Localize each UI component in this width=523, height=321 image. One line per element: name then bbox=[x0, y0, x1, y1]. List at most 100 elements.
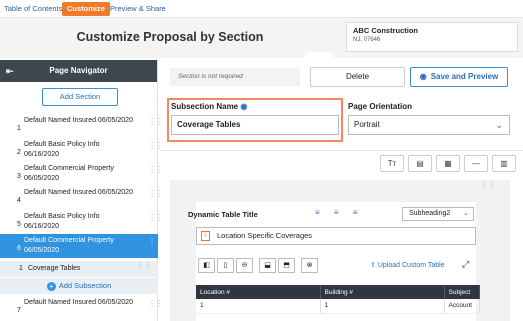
document-tool-button[interactable]: ▤ bbox=[408, 155, 432, 172]
add-subsection-label: Add Subsection bbox=[58, 281, 112, 290]
drag-handle-icon[interactable]: ⋮⋮ bbox=[148, 118, 163, 132]
table-row[interactable]: 1 1 Account bbox=[196, 299, 480, 314]
drag-handle-icon[interactable]: ⋮⋮ bbox=[480, 182, 496, 190]
page-title: Customize Proposal by Section bbox=[76, 30, 264, 44]
table-title-input[interactable]: ⇩ Location Specific Coverages bbox=[196, 227, 476, 245]
subsection-item[interactable]: 1 Coverage Tables ⋮⋮ bbox=[0, 261, 158, 277]
subsection-name-label-text: Subsection Name bbox=[171, 102, 239, 111]
page-navigator: ⇤ Page Navigator Add Section 1 Default N… bbox=[0, 60, 163, 321]
sidebar-item-number: 3 bbox=[17, 173, 21, 180]
align-right-icon[interactable]: ≡ bbox=[353, 208, 358, 217]
sidebar-item-number: 1 bbox=[17, 125, 21, 132]
save-and-preview-label: Save and Preview bbox=[430, 72, 499, 81]
sidebar-item[interactable]: 4 Default Named Insured 06/05/2020 ⋮⋮ bbox=[0, 186, 163, 210]
page-navigator-title: Page Navigator bbox=[49, 66, 108, 75]
table-title-icon: ⇩ bbox=[201, 231, 210, 241]
sidebar-item-active[interactable]: 6 Default Commercial Property 06/05/2020… bbox=[0, 234, 163, 258]
table-header: Location # bbox=[196, 285, 321, 299]
drag-handle-icon[interactable]: ⋮⋮ bbox=[148, 238, 163, 252]
tab-table-of-contents[interactable]: Table of Contents bbox=[4, 2, 62, 16]
sidebar-item-label: Default Basic Policy Info 06/16/2020 bbox=[24, 213, 100, 230]
insert-row-below-icon[interactable]: ⬒ bbox=[278, 258, 295, 273]
page-orientation-value: Portrait bbox=[354, 120, 380, 129]
tab-preview-share[interactable]: Preview & Share bbox=[110, 2, 166, 16]
company-name: ABC Construction bbox=[353, 26, 418, 35]
alignment-group: ≡ ≡ ≡ bbox=[315, 208, 369, 217]
collapse-icon[interactable]: ⇤ bbox=[6, 60, 14, 82]
table-tool-button[interactable]: ▦ bbox=[436, 155, 460, 172]
sidebar-item-number: 5 bbox=[17, 221, 21, 228]
upload-custom-table-label: Upload Custom Table bbox=[377, 262, 445, 269]
sidebar-item[interactable]: 7 Default Named Insured 06/05/2020 ⋮⋮ bbox=[0, 296, 163, 320]
table-cell[interactable]: 1 bbox=[196, 299, 321, 314]
sidebar-item-label: Default Commercial Property 06/05/2020 bbox=[24, 165, 114, 182]
heading-style-value: Subheading2 bbox=[409, 210, 451, 217]
insert-row-icon[interactable]: ⬓ bbox=[259, 258, 276, 273]
sidebar-item-label: Default Basic Policy Info 06/16/2020 bbox=[24, 141, 100, 158]
eye-icon: ◉ bbox=[419, 72, 427, 81]
page-navigator-header: ⇤ Page Navigator bbox=[0, 60, 157, 82]
insert-column-icon[interactable]: ◧ bbox=[198, 258, 215, 273]
grid-tool-button[interactable]: ▥ bbox=[492, 155, 516, 172]
sidebar-item-number: 4 bbox=[17, 197, 21, 204]
remove-column-icon[interactable]: ⊖ bbox=[236, 258, 253, 273]
add-subsection-button[interactable]: + Add Subsection bbox=[0, 278, 158, 294]
top-navigation: Table of Contents Customize Preview & Sh… bbox=[0, 0, 523, 18]
heading-style-select[interactable]: Subheading2 ⌄ bbox=[402, 207, 474, 221]
sidebar-item-label: Default Named Insured 06/05/2020 bbox=[24, 299, 133, 306]
subsection-number: 1 bbox=[19, 265, 23, 272]
plus-icon: + bbox=[46, 282, 56, 291]
upload-icon: ⇪ bbox=[370, 262, 376, 269]
table-header: Subject bbox=[444, 285, 480, 299]
subsection-name-input[interactable]: Coverage Tables bbox=[171, 115, 339, 135]
dynamic-table: Location # Building # Subject 1 1 Accoun… bbox=[196, 285, 480, 314]
subsection-label: Coverage Tables bbox=[28, 265, 81, 272]
chevron-down-icon: ⌄ bbox=[495, 120, 503, 130]
section-note: Section is not required bbox=[170, 68, 300, 86]
dynamic-table-title-label: Dynamic Table Title bbox=[188, 210, 258, 219]
dynamic-table-panel: ⋮⋮ Dynamic Table Title ≡ ≡ ≡ Subheading2… bbox=[170, 180, 510, 321]
expand-icon[interactable]: ⤢ bbox=[462, 259, 469, 270]
company-card: ABC Construction NJ, 07646 bbox=[346, 22, 518, 52]
drag-handle-icon[interactable]: ⋮⋮ bbox=[148, 300, 163, 314]
align-center-icon[interactable]: ≡ bbox=[334, 208, 339, 217]
drag-handle-icon[interactable]: ⋮⋮ bbox=[148, 214, 163, 228]
subsection-name-label: Subsection Name ◉ bbox=[171, 102, 247, 111]
sidebar-item-label: Default Named Insured 06/05/2020 bbox=[24, 189, 133, 196]
table-title-value: Location Specific Coverages bbox=[217, 231, 313, 240]
chevron-down-icon: ⌄ bbox=[463, 210, 469, 217]
drag-handle-icon[interactable]: ⋮⋮ bbox=[136, 262, 152, 270]
align-left-icon[interactable]: ≡ bbox=[315, 208, 320, 217]
sidebar-item-number: 6 bbox=[17, 245, 21, 252]
save-and-preview-button[interactable]: ◉ Save and Preview bbox=[410, 67, 508, 87]
title-notch bbox=[304, 52, 334, 60]
line-tool-button[interactable]: — bbox=[464, 155, 488, 172]
delete-button[interactable]: Delete bbox=[310, 67, 405, 87]
sidebar-item[interactable]: 3 Default Commercial Property 06/05/2020… bbox=[0, 162, 163, 186]
drag-handle-icon[interactable]: ⋮⋮ bbox=[148, 190, 163, 204]
upload-custom-table-link[interactable]: ⇪ Upload Custom Table bbox=[370, 261, 445, 269]
sidebar-item[interactable]: 1 Default Named Insured 06/05/2020 ⋮⋮ bbox=[0, 114, 163, 138]
company-address: NJ, 07646 bbox=[353, 37, 381, 43]
remove-row-icon[interactable]: ⊗ bbox=[301, 258, 318, 273]
table-cell[interactable]: 1 bbox=[320, 299, 445, 314]
page-orientation-label: Page Orientation bbox=[348, 102, 413, 111]
sidebar-item-label: Default Commercial Property 06/05/2020 bbox=[24, 237, 114, 254]
add-section-button[interactable]: Add Section bbox=[42, 88, 118, 106]
title-bar: Customize Proposal by Section ABC Constr… bbox=[0, 18, 523, 60]
text-tool-button[interactable]: Tт bbox=[380, 155, 404, 172]
drag-handle-icon[interactable]: ⋮⋮ bbox=[148, 142, 163, 156]
sidebar-item-number: 2 bbox=[17, 149, 21, 156]
sidebar-item[interactable]: 5 Default Basic Policy Info 06/16/2020 ⋮… bbox=[0, 210, 163, 234]
sidebar-item-number: 7 bbox=[17, 307, 21, 314]
divider bbox=[160, 150, 523, 151]
table-cell[interactable]: Account bbox=[444, 299, 480, 314]
sidebar-item[interactable]: 2 Default Basic Policy Info 06/16/2020 ⋮… bbox=[0, 138, 163, 162]
delete-column-icon[interactable]: ▯ bbox=[217, 258, 234, 273]
tab-customize[interactable]: Customize bbox=[62, 2, 110, 16]
eye-icon[interactable]: ◉ bbox=[240, 102, 247, 111]
sidebar-item-label: Default Named Insured 06/05/2020 bbox=[24, 117, 133, 124]
page-orientation-select[interactable]: Portrait ⌄ bbox=[348, 115, 510, 135]
drag-handle-icon[interactable]: ⋮⋮ bbox=[148, 166, 163, 180]
table-header: Building # bbox=[320, 285, 445, 299]
